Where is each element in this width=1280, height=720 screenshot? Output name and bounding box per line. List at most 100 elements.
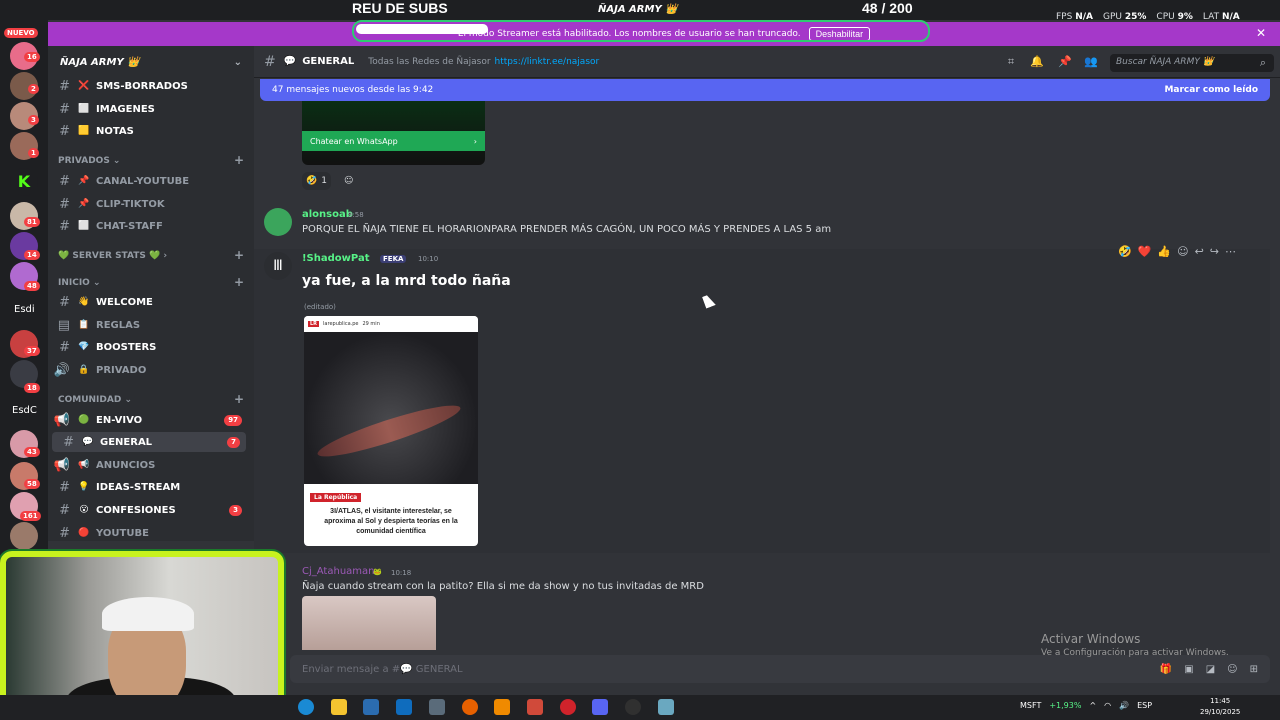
stock-change: +1,93% [1049, 701, 1082, 710]
outlook-icon[interactable] [396, 699, 412, 715]
category-server-stats[interactable]: 💚 SERVER STATS 💚 › + [58, 249, 244, 261]
edge-icon[interactable] [298, 699, 314, 715]
channel-topic-link[interactable]: https://linktr.ee/najasor [495, 57, 600, 67]
stock-ticker[interactable]: MSFT [1020, 701, 1041, 710]
channel-anuncios[interactable]: 📢 📢 ANUNCIOS [48, 455, 248, 475]
reply-icon[interactable]: ↩ [1195, 245, 1204, 258]
channel-confesiones[interactable]: # 😮 CONFESIONES 3 [48, 500, 248, 520]
app-icon[interactable] [429, 699, 445, 715]
mark-read-button[interactable]: Marcar como leído [1164, 85, 1258, 95]
threads-icon[interactable]: ⌗ [1004, 55, 1018, 69]
file-explorer-icon[interactable] [331, 699, 347, 715]
sticker-icon[interactable]: ◪ [1206, 664, 1215, 675]
subs-goal-title: REU DE SUBS [352, 0, 448, 16]
banner-close-icon[interactable]: ✕ [1256, 26, 1266, 40]
message-input[interactable]: Enviar mensaje a #💬 GENERAL 🎁 ▣ ◪ ☺ ⊞ [290, 655, 1270, 683]
username[interactable]: Cj_Atahuaman [302, 566, 375, 577]
add-reaction-icon[interactable]: ☺ [340, 172, 357, 190]
channel-general[interactable]: # 💬 GENERAL 7 [52, 432, 246, 452]
server-icon[interactable] [10, 522, 38, 550]
opera-icon[interactable] [560, 699, 576, 715]
chevron-down-icon[interactable]: ⌄ [234, 57, 242, 68]
bell-icon[interactable]: 🔔 [1030, 55, 1044, 69]
channel-boosters[interactable]: # 💎 BOOSTERS [48, 337, 248, 357]
unread-badge: 1 [28, 148, 39, 158]
server-text-icon[interactable]: EsdC [12, 405, 37, 416]
heart-emoji-icon[interactable]: ❤️ [1138, 245, 1152, 258]
image-attachment[interactable] [302, 596, 436, 650]
laugh-emoji-icon: 🤣 [306, 176, 318, 186]
avatar[interactable]: Ⅲ [264, 252, 292, 280]
forward-icon[interactable]: ↪ [1210, 245, 1219, 258]
channel-clip-tiktok[interactable]: # 📌 CLIP-TIKTOK [48, 194, 248, 214]
username[interactable]: !ShadowPat [302, 253, 370, 264]
channel-imagenes[interactable]: # ⬜ IMAGENES [48, 99, 248, 119]
unread-badge: 14 [24, 250, 40, 260]
pin-icon[interactable]: 📌 [1058, 55, 1072, 69]
emoji-icon[interactable]: ☺ [1227, 664, 1237, 675]
wifi-icon[interactable]: ◠ [1104, 701, 1111, 710]
kick-server-icon[interactable]: K [10, 168, 38, 196]
taskbar-clock[interactable]: 11:45 29/10/2025 [1200, 696, 1240, 718]
members-icon[interactable]: 👥 [1084, 55, 1098, 69]
laugh-emoji-icon[interactable]: 🤣 [1118, 245, 1132, 258]
app-icon[interactable] [527, 699, 543, 715]
disable-streamer-button[interactable]: Deshabilitar [808, 27, 871, 41]
role-tag: FEKA [380, 255, 407, 263]
search-icon: ⌕ [1259, 56, 1267, 69]
volume-icon[interactable]: 🔊 [1119, 701, 1129, 710]
channel-ideas-stream[interactable]: # 💡 IDEAS-STREAM [48, 477, 248, 497]
vlc-icon[interactable] [494, 699, 510, 715]
category-comunidad[interactable]: COMUNIDAD ⌄ + [58, 393, 244, 405]
category-inicio[interactable]: INICIO ⌄ + [58, 276, 244, 288]
app-icon[interactable] [658, 699, 674, 715]
tray-chevron-icon[interactable]: ^ [1089, 701, 1096, 710]
server-name: ÑAJA ARMY 👑 [60, 56, 140, 68]
news-image-attachment[interactable]: LR larepublica.pe 29 min La República 3I… [304, 316, 478, 546]
search-input[interactable]: Buscar ÑAJA ARMY 👑 [1110, 54, 1274, 72]
edited-label: (editado) [304, 303, 336, 311]
discord-icon[interactable] [592, 699, 608, 715]
whatsapp-chat-button[interactable]: Chatear en WhatsApp › [302, 131, 485, 151]
channel-title: GENERAL [302, 56, 355, 67]
channel-privado[interactable]: 🔊 🔒 PRIVADO [48, 360, 248, 380]
add-reaction-icon[interactable]: ☺ [1177, 245, 1188, 258]
channel-canal-youtube[interactable]: # 📌 CANAL-YOUTUBE [48, 171, 248, 191]
new-messages-text: 47 mensajes nuevos desde las 9:42 [272, 85, 434, 95]
more-icon[interactable]: ⋯ [1225, 245, 1236, 258]
channel-notas[interactable]: # 🟨 NOTAS [48, 121, 248, 141]
composer-tools: 🎁 ▣ ◪ ☺ ⊞ [1160, 664, 1258, 675]
hash-icon: # [264, 53, 276, 70]
firefox-icon[interactable] [462, 699, 478, 715]
channel-welcome[interactable]: # 👋 WELCOME [48, 292, 248, 312]
server-header[interactable]: ÑAJA ARMY 👑 ⌄ [48, 46, 254, 78]
channel-sms-borrados[interactable]: # ❌ SMS-BORRADOS [48, 76, 248, 96]
new-messages-bar[interactable]: 47 mensajes nuevos desde las 9:42 Marcar… [260, 79, 1270, 101]
channel-topic: Todas las Redes de Ñajasor [368, 56, 491, 67]
apps-icon[interactable]: ⊞ [1250, 664, 1258, 675]
channel-reglas[interactable]: ▤ 📋 REGLAS [48, 315, 248, 335]
lang-indicator[interactable]: ESP [1137, 701, 1152, 710]
channel-en-vivo[interactable]: 📢 🟢 EN-VIVO 97 [48, 410, 248, 430]
obs-icon[interactable] [625, 699, 641, 715]
channel-youtube[interactable]: # 🔴 YOUTUBE [48, 523, 248, 541]
reaction-pill[interactable]: 🤣 1 [302, 172, 331, 190]
unread-badge: 18 [24, 383, 40, 393]
thumbs-up-emoji-icon[interactable]: 👍 [1157, 245, 1171, 258]
username[interactable]: alonsoab [302, 209, 353, 220]
chat-bubble-icon: 💬 [283, 56, 297, 67]
category-privados[interactable]: PRIVADOS ⌄ + [58, 153, 244, 167]
server-text-icon[interactable]: Esdi [14, 304, 35, 315]
add-channel-icon: + [233, 153, 244, 167]
avatar[interactable] [264, 208, 292, 236]
message-text: PORQUE EL ÑAJA TIENE EL HORARIONPARA PRE… [302, 224, 832, 235]
stat-cpu: CPU 9% [1156, 12, 1193, 22]
asteroid-shape [314, 397, 464, 465]
streamer-cap [102, 597, 194, 631]
channel-sidebar: ÑAJA ARMY 👑 ⌄ # ❌ SMS-BORRADOS # ⬜ IMAGENES … [48, 46, 254, 541]
store-icon[interactable] [363, 699, 379, 715]
gift-icon[interactable]: 🎁 [1160, 664, 1172, 675]
unread-badge: 3 [28, 115, 39, 125]
channel-chat-staff[interactable]: # ⬜ CHAT-STAFF [48, 216, 248, 236]
gif-icon[interactable]: ▣ [1184, 664, 1193, 675]
